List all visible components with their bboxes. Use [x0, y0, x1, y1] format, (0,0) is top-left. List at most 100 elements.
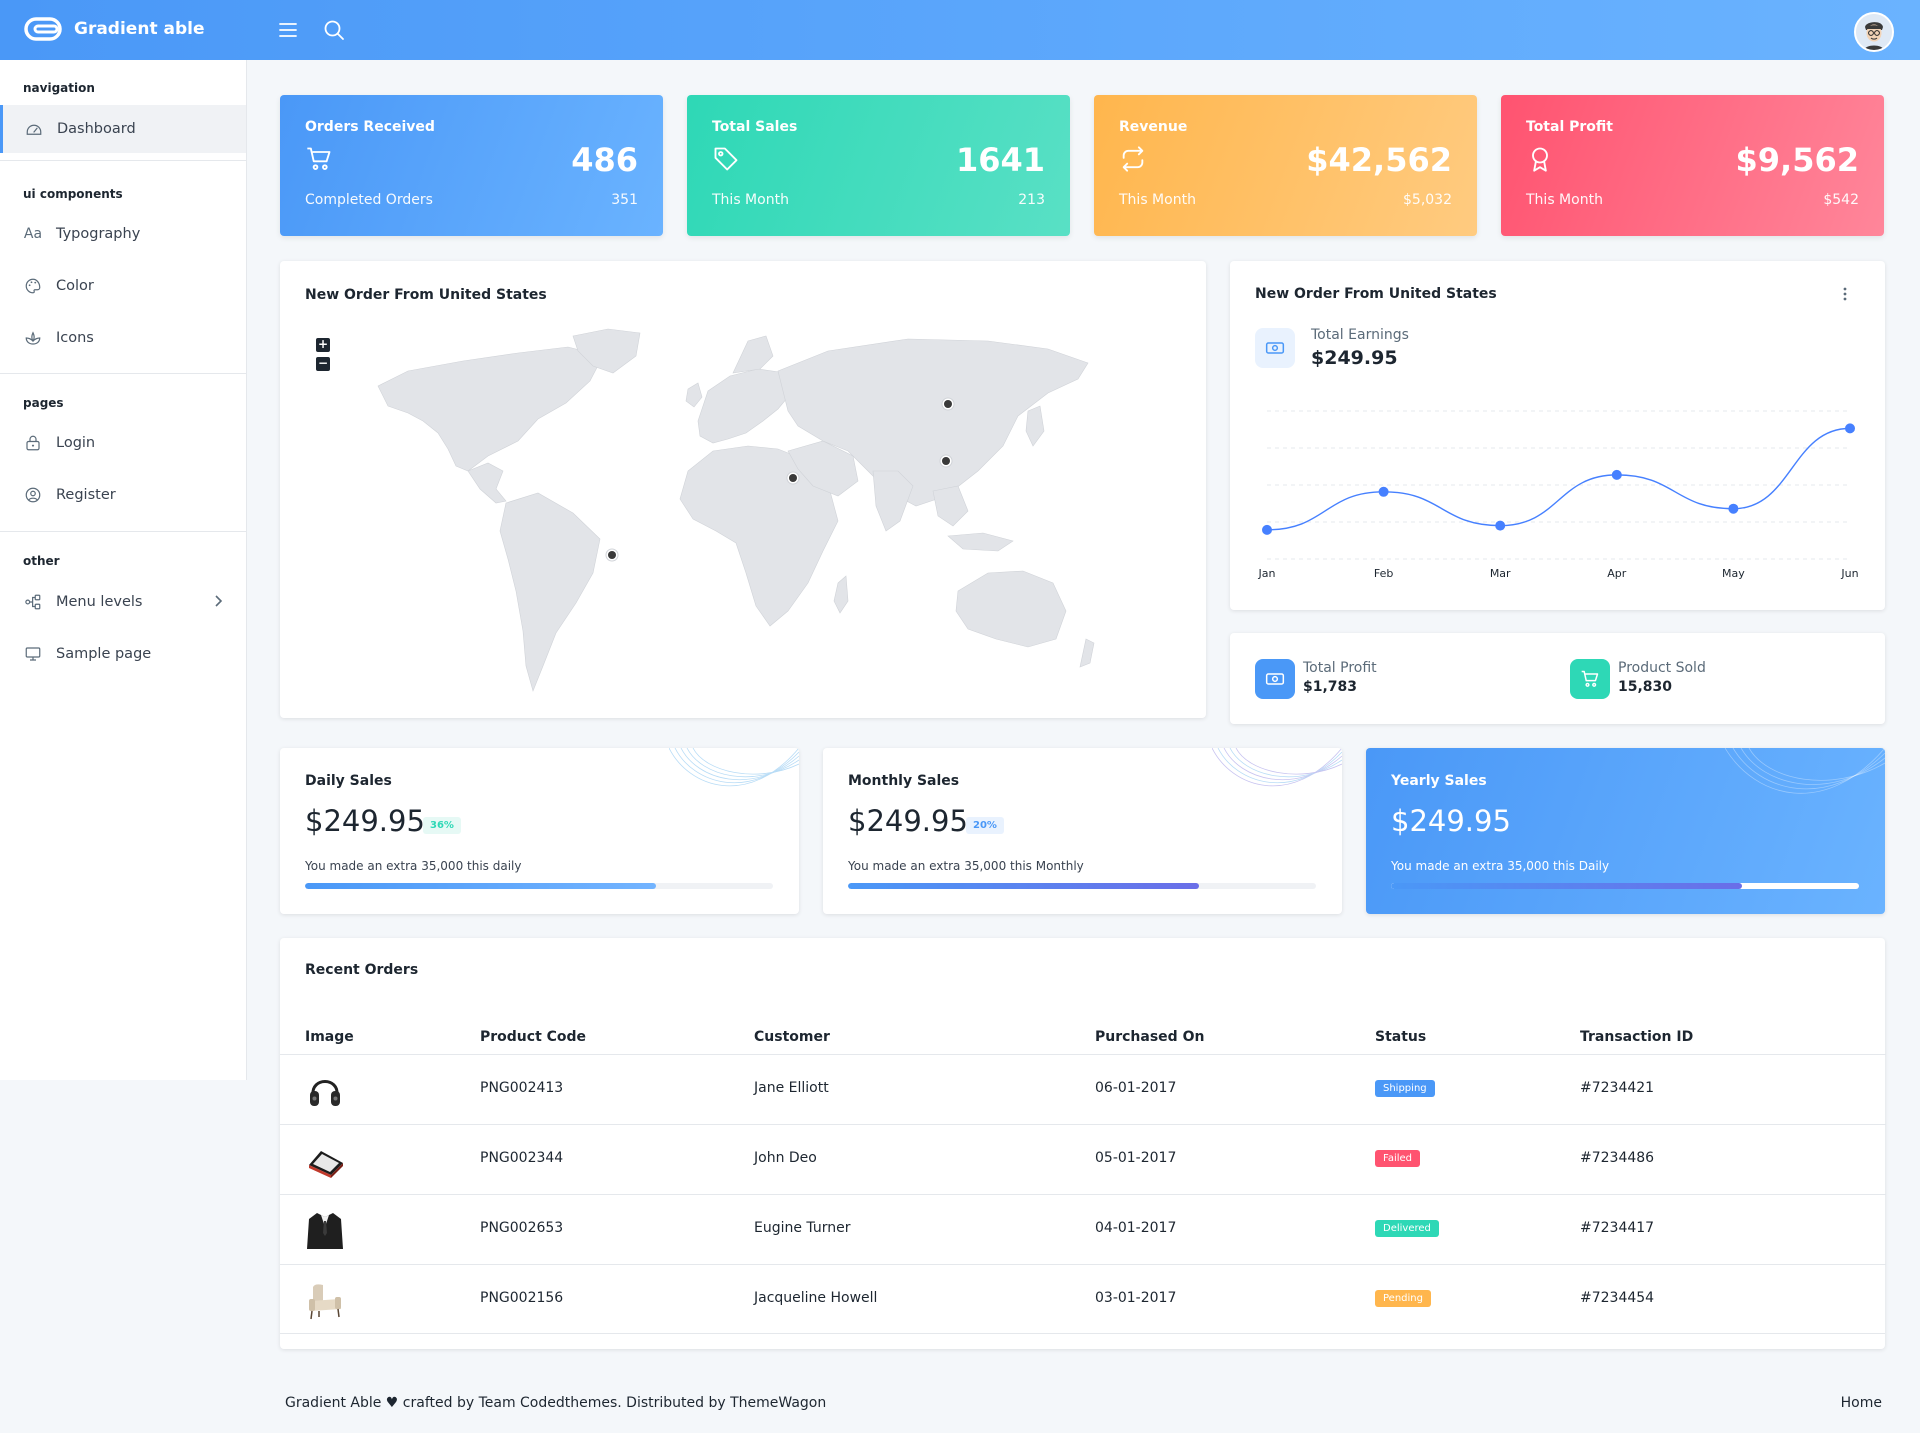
earnings-label: Total Earnings	[1311, 327, 1409, 343]
earnings-card-title: New Order From United States	[1255, 286, 1497, 302]
sidebar-item-label: Color	[56, 278, 94, 294]
earnings-card: New Order From United States Total Earni…	[1230, 261, 1885, 610]
sidebar-item-label: Icons	[56, 330, 94, 346]
desktop-icon	[22, 643, 44, 665]
transaction-id: #7234486	[1580, 1150, 1655, 1166]
stat-card-sales: Total Sales 1641 This Month 213	[687, 95, 1070, 236]
data-point-mar[interactable]	[1495, 520, 1506, 531]
sales-badge: 20%	[966, 817, 1004, 834]
table-row[interactable]: PNG002156 Jacqueline Howell 03-01-2017 P…	[280, 1264, 1886, 1334]
progress-fill	[848, 883, 1199, 889]
wave-decoration	[1725, 748, 1885, 794]
daily-sales-card: Daily Sales $249.95 36% You made an extr…	[280, 748, 799, 914]
mini-stat-value: 15,830	[1618, 679, 1673, 695]
more-options-icon[interactable]	[1843, 287, 1847, 301]
status-badge: Shipping	[1375, 1080, 1435, 1097]
menu-tree-icon	[22, 591, 44, 613]
brand-name: Gradient able	[74, 19, 205, 39]
search-icon[interactable]	[322, 18, 346, 42]
typography-icon: Aa	[23, 226, 43, 242]
headphones-image	[310, 1080, 340, 1106]
data-point-jan[interactable]	[1262, 524, 1272, 535]
stat-sub-label: Completed Orders	[305, 192, 433, 208]
footer-home-link[interactable]: Home	[1841, 1395, 1882, 1411]
col-header: Purchased On	[1095, 1029, 1205, 1045]
table-row[interactable]: PNG002413 Jane Elliott 06-01-2017 Shippi…	[280, 1054, 1886, 1124]
mini-stat-label: Total Profit	[1303, 660, 1377, 676]
stat-title: Orders Received	[305, 119, 435, 135]
status-badge: Delivered	[1375, 1220, 1439, 1237]
earnings-line-chart: Jan Feb Mar Apr May Jun	[1258, 410, 1859, 580]
stat-value: 486	[571, 141, 638, 179]
stat-value: $42,562	[1306, 141, 1452, 179]
sidebar-item-register[interactable]: Register	[0, 471, 246, 519]
product-code: PNG002413	[480, 1080, 564, 1096]
customer: Jane Elliott	[754, 1080, 829, 1096]
sidebar-item-login[interactable]: Login	[0, 419, 246, 467]
money-icon	[1255, 659, 1295, 699]
x-tick-label: Mar	[1490, 567, 1511, 580]
col-header: Customer	[754, 1029, 830, 1045]
purchased-on: 03-01-2017	[1095, 1290, 1177, 1306]
mini-stat-label: Product Sold	[1618, 660, 1706, 676]
zoom-in-button[interactable]: +	[316, 338, 330, 352]
sales-desc: You made an extra 35,000 this Daily	[1391, 859, 1610, 873]
stat-sub-label: This Month	[1526, 192, 1603, 208]
earnings-value: $249.95	[1311, 347, 1398, 369]
progress-track	[848, 883, 1316, 889]
customer: John Deo	[754, 1150, 817, 1166]
sidebar-item-menu-levels[interactable]: Menu levels	[0, 578, 246, 626]
stat-title: Total Profit	[1526, 119, 1613, 135]
x-tick-label: Jan	[1258, 567, 1276, 580]
x-tick-label: May	[1722, 567, 1745, 580]
x-tick-label: Jun	[1840, 567, 1858, 580]
wave-decoration	[669, 748, 799, 787]
data-point-jun[interactable]	[1845, 423, 1855, 434]
x-tick-label: Apr	[1607, 567, 1627, 580]
table-row[interactable]: PNG002653 Eugine Turner 04-01-2017 Deliv…	[280, 1194, 1886, 1264]
table-row[interactable]: PNG002344 John Deo 05-01-2017 Failed #72…	[280, 1124, 1886, 1194]
wave-decoration	[1212, 748, 1342, 787]
world-map[interactable]	[368, 321, 1128, 701]
customer: Jacqueline Howell	[754, 1290, 878, 1306]
sidebar: navigation Dashboard ui components Aa Ty…	[0, 60, 247, 1080]
x-tick-label: Feb	[1374, 567, 1393, 580]
data-point-may[interactable]	[1728, 503, 1739, 514]
award-icon	[1532, 147, 1548, 172]
sidebar-item-icons[interactable]: Icons	[0, 314, 246, 362]
sales-value: $249.95	[848, 804, 968, 838]
customer: Eugine Turner	[754, 1220, 851, 1236]
sidebar-item-typography[interactable]: Aa Typography	[0, 210, 246, 258]
data-point-feb[interactable]	[1378, 486, 1389, 497]
stat-sub-value: 213	[1018, 192, 1045, 208]
sidebar-item-sample-page[interactable]: Sample page	[0, 630, 246, 678]
stat-value: 1641	[955, 141, 1045, 179]
sales-value: $249.95	[1391, 804, 1511, 838]
sidebar-item-color[interactable]: Color	[0, 262, 246, 310]
stat-card-profit: Total Profit $9,562 This Month $542	[1501, 95, 1884, 236]
purchased-on: 05-01-2017	[1095, 1150, 1177, 1166]
sidebar-item-label: Register	[56, 487, 116, 503]
user-avatar[interactable]	[1854, 12, 1894, 52]
col-header: Image	[305, 1029, 354, 1045]
zoom-out-button[interactable]: −	[316, 357, 330, 371]
stat-value: $9,562	[1735, 141, 1859, 179]
lock-icon	[22, 432, 44, 454]
brand-logo[interactable]: Gradient able	[24, 16, 204, 42]
transaction-id: #7234454	[1580, 1290, 1655, 1306]
plant-icon	[22, 327, 44, 349]
sidebar-item-label: Dashboard	[57, 121, 136, 137]
hamburger-icon[interactable]	[276, 18, 300, 42]
sales-title: Monthly Sales	[848, 773, 960, 789]
data-point-apr[interactable]	[1611, 469, 1622, 480]
map-card: New Order From United States + −	[280, 261, 1206, 718]
stat-sub-value: $5,032	[1403, 192, 1452, 208]
phone-image	[309, 1151, 343, 1178]
stat-card-revenue: Revenue $42,562 This Month $5,032	[1094, 95, 1477, 236]
stat-sub-label: This Month	[712, 192, 789, 208]
series-line	[1266, 427, 1851, 531]
sidebar-item-dashboard[interactable]: Dashboard	[0, 105, 246, 153]
yearly-sales-card: Yearly Sales $249.95 You made an extra 3…	[1366, 748, 1885, 914]
purchased-on: 04-01-2017	[1095, 1220, 1177, 1236]
nav-caption-other: other	[23, 554, 60, 568]
